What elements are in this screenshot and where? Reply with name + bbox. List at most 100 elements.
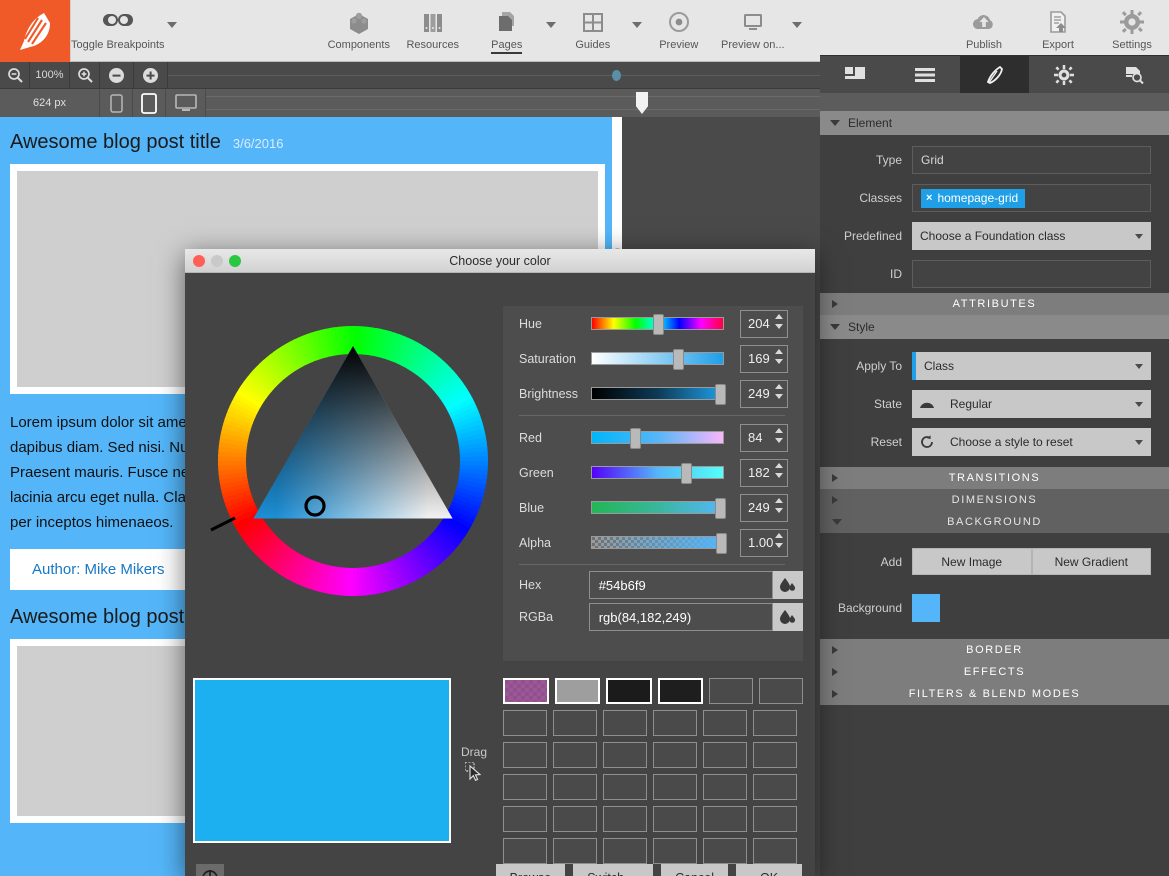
saturation-slider[interactable]: [591, 349, 724, 370]
classes-field[interactable]: × homepage-grid: [912, 184, 1151, 212]
rgba-eyedropper-button[interactable]: [772, 603, 803, 631]
color-wheel[interactable]: [198, 306, 508, 616]
zoom-in-button[interactable]: [70, 62, 100, 89]
predefined-select[interactable]: Choose a Foundation class: [912, 222, 1151, 250]
palette-swatch[interactable]: [603, 774, 647, 800]
blue-value[interactable]: 249: [740, 493, 788, 522]
red-slider[interactable]: [591, 428, 724, 449]
palette-swatch[interactable]: [553, 710, 597, 736]
palette-swatch[interactable]: [653, 710, 697, 736]
palette-swatch[interactable]: [503, 678, 549, 704]
tab-style[interactable]: [959, 56, 1030, 93]
toggle-breakpoints-button[interactable]: Toggle Breakpoints: [71, 0, 165, 62]
palette-swatch[interactable]: [503, 806, 547, 832]
publish-button[interactable]: Publish: [947, 0, 1021, 62]
decrease-width-button[interactable]: [100, 62, 134, 89]
brightness-slider[interactable]: [591, 384, 726, 405]
green-value[interactable]: 182: [740, 458, 788, 487]
reset-select[interactable]: Choose a style to reset: [942, 428, 1151, 456]
brightness-value[interactable]: 249: [740, 379, 788, 408]
alpha-slider-knob[interactable]: [716, 533, 727, 554]
red-value[interactable]: 84: [740, 423, 788, 452]
zoom-level[interactable]: 100%: [30, 62, 70, 89]
palette-swatch[interactable]: [503, 774, 547, 800]
blue-slider[interactable]: [591, 498, 726, 519]
background-color-swatch[interactable]: [912, 594, 940, 622]
viewport-resize-handle[interactable]: [636, 92, 648, 114]
tablet-view-button[interactable]: [133, 89, 166, 117]
palette-swatch[interactable]: [709, 678, 753, 704]
palette-swatch[interactable]: [753, 774, 797, 800]
hue-slider-knob[interactable]: [652, 314, 664, 335]
components-button[interactable]: Components: [322, 0, 396, 62]
palette-swatch[interactable]: [703, 710, 747, 736]
palette-swatch[interactable]: [653, 806, 697, 832]
dimensions-section-header[interactable]: DIMENSIONS: [820, 489, 1169, 511]
settings-button[interactable]: Settings: [1095, 0, 1169, 62]
element-section-header[interactable]: Element: [820, 111, 1169, 135]
horizontal-ruler-bottom[interactable]: [206, 89, 820, 117]
palette-swatch[interactable]: [703, 774, 747, 800]
palette-swatch[interactable]: [703, 806, 747, 832]
brightness-stepper[interactable]: [775, 383, 783, 399]
hex-input[interactable]: #54b6f9: [588, 571, 773, 599]
saturation-stepper[interactable]: [775, 348, 783, 364]
class-chip-homepage-grid[interactable]: × homepage-grid: [921, 188, 1026, 208]
hue-stepper[interactable]: [775, 313, 783, 329]
brightness-slider-knob[interactable]: [714, 384, 726, 405]
desktop-view-button[interactable]: [166, 89, 206, 117]
hue-slider[interactable]: [591, 314, 724, 335]
palette-swatch[interactable]: [603, 742, 647, 768]
new-image-button[interactable]: New Image: [912, 548, 1032, 575]
filters-section-header[interactable]: FILTERS & BLEND MODES: [820, 683, 1169, 705]
browse-button[interactable]: Browse: [495, 864, 566, 876]
resources-button[interactable]: Resources: [396, 0, 470, 62]
increase-width-button[interactable]: [134, 62, 168, 89]
breakpoints-chevron-down-icon[interactable]: [166, 22, 177, 28]
screen-picker-button[interactable]: [196, 864, 224, 876]
palette-swatch[interactable]: [653, 774, 697, 800]
palette-swatch[interactable]: [653, 742, 697, 768]
style-section-header[interactable]: Style: [820, 315, 1169, 339]
red-stepper[interactable]: [775, 427, 783, 443]
palette-swatch[interactable]: [553, 742, 597, 768]
tab-layout[interactable]: [820, 56, 890, 93]
blue-slider-knob[interactable]: [714, 498, 726, 519]
alpha-value[interactable]: 1.00: [740, 528, 788, 557]
palette-swatch[interactable]: [703, 742, 747, 768]
pages-chevron-down-icon[interactable]: [545, 22, 556, 28]
tab-inspect[interactable]: [1099, 56, 1169, 93]
state-select[interactable]: Regular: [942, 390, 1151, 418]
palette-swatch[interactable]: [653, 838, 697, 864]
cancel-button[interactable]: Cancel: [661, 864, 728, 876]
palette-swatch[interactable]: [503, 838, 547, 864]
effects-section-header[interactable]: EFFECTS: [820, 661, 1169, 683]
palette-swatch[interactable]: [603, 838, 647, 864]
palette-swatch[interactable]: [753, 710, 797, 736]
green-slider-knob[interactable]: [680, 463, 692, 484]
palette-swatch[interactable]: [553, 838, 597, 864]
app-logo[interactable]: [0, 0, 70, 62]
hex-eyedropper-button[interactable]: [772, 571, 803, 599]
apply-to-select[interactable]: Class: [912, 352, 1151, 380]
type-field[interactable]: Grid: [912, 146, 1151, 174]
palette-swatch[interactable]: [606, 678, 652, 704]
horizontal-ruler-top[interactable]: [168, 62, 820, 89]
pages-button[interactable]: Pages: [470, 0, 544, 62]
palette-swatch[interactable]: [554, 678, 600, 704]
phone-view-button[interactable]: [100, 89, 133, 117]
minimize-window-button[interactable]: [211, 255, 223, 267]
border-section-header[interactable]: BORDER: [820, 639, 1169, 661]
palette-swatch[interactable]: [657, 678, 703, 704]
alpha-slider[interactable]: [591, 533, 727, 554]
palette-swatch[interactable]: [703, 838, 747, 864]
export-button[interactable]: Export: [1021, 0, 1095, 62]
palette-swatch[interactable]: [753, 838, 797, 864]
close-window-button[interactable]: [193, 255, 205, 267]
transitions-section-header[interactable]: TRANSITIONS: [820, 467, 1169, 489]
palette-swatch[interactable]: [759, 678, 803, 704]
class-chip-remove-icon[interactable]: ×: [926, 192, 932, 204]
palette-swatch[interactable]: [603, 710, 647, 736]
state-icon-button[interactable]: [912, 390, 942, 418]
guides-chevron-down-icon[interactable]: [631, 22, 642, 28]
